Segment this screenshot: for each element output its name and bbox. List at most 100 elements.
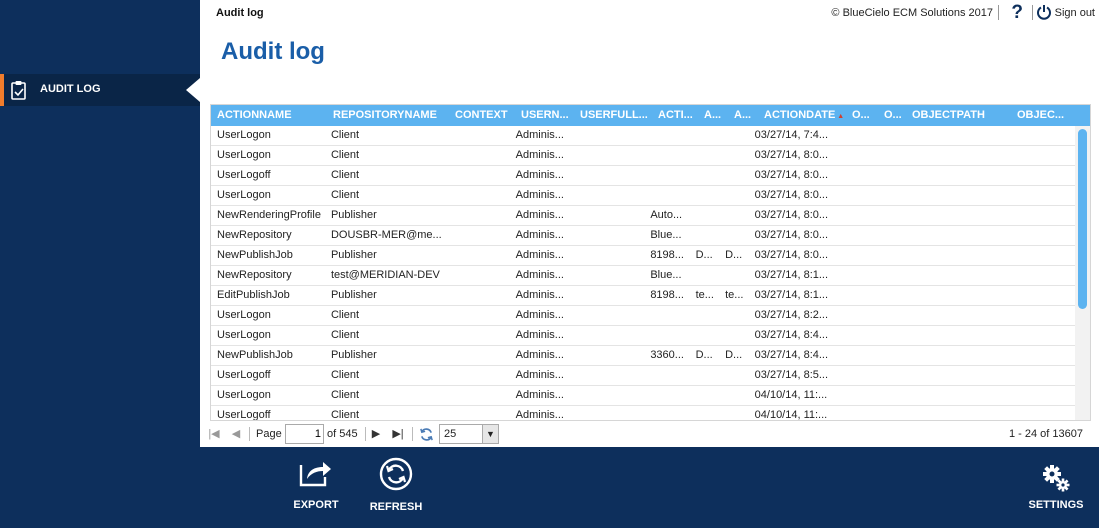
table-cell (867, 246, 895, 265)
column-header[interactable]: CONTEXT (449, 105, 515, 126)
power-icon[interactable] (1036, 4, 1052, 20)
table-cell: Adminis... (515, 349, 564, 361)
table-cell: 03/27/14, 8:0... (754, 209, 829, 221)
table-cell (719, 126, 749, 145)
scrollbar-thumb[interactable] (1078, 129, 1087, 309)
table-cell: 03/27/14, 8:0... (754, 229, 829, 241)
table-cell (690, 206, 720, 225)
table-cell (719, 366, 749, 385)
page-size-select[interactable]: 25 ▼ (439, 424, 499, 444)
table-cell (445, 306, 510, 325)
table-cell (894, 166, 997, 185)
column-header[interactable]: USERN... (515, 105, 574, 126)
table-cell (867, 386, 895, 405)
table-row[interactable]: UserLogoff Client Adminis... 03/27/14, 8:0.… (211, 166, 1077, 186)
first-page-icon[interactable]: |◀ (207, 427, 221, 441)
sidebar-item-audit-log[interactable]: AUDIT LOG (0, 74, 200, 106)
table-row[interactable]: EditPublishJob Publisher Adminis... 8198...… (211, 286, 1077, 306)
table-cell (719, 146, 749, 165)
table-cell (644, 126, 689, 145)
help-icon[interactable]: ? (1011, 2, 1023, 24)
table-cell (445, 366, 510, 385)
gear-icon (1043, 465, 1070, 492)
column-header[interactable]: A... (698, 105, 728, 126)
table-cell (568, 226, 645, 245)
table-cell: test@MERIDIAN-DEV (330, 269, 440, 281)
table-row[interactable]: UserLogon Client Adminis... 03/27/14, 8:2..… (211, 306, 1077, 326)
audit-log-grid: ACTIONNAME REPOSITORYNAME CONTEXT USERN... U… (210, 104, 1091, 421)
export-button[interactable]: EXPORT (281, 457, 351, 511)
column-header[interactable]: A... (728, 105, 758, 126)
table-cell: 03/27/14, 8:0... (754, 249, 829, 261)
table-cell (445, 406, 510, 420)
table-cell (445, 286, 510, 305)
table-cell (719, 186, 749, 205)
table-cell (835, 346, 867, 365)
column-header[interactable]: REPOSITORYNAME (327, 105, 449, 126)
prev-page-icon[interactable]: ◀ (229, 427, 243, 441)
table-cell (719, 306, 749, 325)
table-row[interactable]: NewPublishJob Publisher Adminis... 3360... D… (211, 346, 1077, 366)
table-cell (867, 206, 895, 225)
table-row[interactable]: UserLogon Client Adminis... 03/27/14, 8:0..… (211, 146, 1077, 166)
table-cell: 8198... (650, 289, 684, 301)
column-header[interactable]: ACTIONDATE ▲ (758, 105, 846, 126)
table-cell: Client (330, 149, 360, 161)
table-row[interactable]: UserLogon Client Adminis... 03/27/14, 8:0..… (211, 186, 1077, 206)
chevron-down-icon[interactable]: ▼ (482, 425, 498, 443)
last-page-icon[interactable]: ▶| (391, 427, 405, 441)
table-cell (867, 306, 895, 325)
column-header[interactable]: O... (846, 105, 878, 126)
table-row[interactable]: NewRenderingProfile Publisher Adminis... Au… (211, 206, 1077, 226)
table-cell (445, 246, 510, 265)
column-header[interactable]: ACTIONNAME (211, 105, 327, 126)
table-cell: Client (330, 389, 360, 401)
table-cell (894, 286, 997, 305)
sign-out-link[interactable]: Sign out (1055, 7, 1095, 19)
table-cell (867, 126, 895, 145)
table-row[interactable]: NewPublishJob Publisher Adminis... 8198... D… (211, 246, 1077, 266)
table-cell: UserLogon (217, 389, 271, 401)
table-cell (894, 306, 997, 325)
table-row[interactable]: UserLogon Client Adminis... 03/27/14, 7:4..… (211, 126, 1077, 146)
table-row[interactable]: NewRepository DOUSBR-MER@me... Adminis... B… (211, 226, 1077, 246)
copyright-text: © BlueCielo ECM Solutions 2017 (831, 7, 993, 19)
table-cell (894, 386, 997, 405)
table-cell (719, 386, 749, 405)
table-cell: UserLogon (217, 149, 271, 161)
divider (1032, 5, 1033, 20)
table-cell (997, 206, 1077, 225)
table-cell (867, 186, 895, 205)
table-row[interactable]: UserLogoff Client Adminis... 03/27/14, 8:5.… (211, 366, 1077, 386)
table-cell: NewRepository (217, 269, 292, 281)
next-page-icon[interactable]: ▶ (369, 427, 383, 441)
vertical-scrollbar[interactable] (1075, 126, 1090, 420)
column-header[interactable]: USERFULL... (574, 105, 652, 126)
table-cell (997, 246, 1077, 265)
table-cell (997, 366, 1077, 385)
table-cell: 03/27/14, 8:4... (754, 349, 829, 361)
table-cell: Adminis... (515, 169, 564, 181)
refresh-page-icon[interactable] (419, 427, 434, 442)
table-cell (568, 146, 645, 165)
settings-button[interactable]: SETTINGS (1021, 463, 1091, 511)
table-row[interactable]: NewRepository test@MERIDIAN-DEV Adminis...… (211, 266, 1077, 286)
table-cell (867, 166, 895, 185)
column-header[interactable]: O... (878, 105, 906, 126)
table-cell: Adminis... (515, 289, 564, 301)
table-row[interactable]: UserLogon Client Adminis... 03/27/14, 8:4..… (211, 326, 1077, 346)
page-number-input[interactable] (285, 424, 324, 444)
table-cell: Client (330, 189, 360, 201)
column-header[interactable]: OBJECTPATH (906, 105, 1011, 126)
refresh-button[interactable]: REFRESH (361, 457, 431, 513)
table-row[interactable]: UserLogoff Client Adminis... 04/10/14, 11:.… (211, 406, 1077, 420)
column-header[interactable]: OBJEC... (1011, 105, 1090, 126)
table-cell: te... (725, 289, 744, 301)
table-cell: Adminis... (515, 309, 564, 321)
table-row[interactable]: UserLogon Client Adminis... 04/10/14, 11:..… (211, 386, 1077, 406)
table-cell (719, 266, 749, 285)
table-cell (568, 186, 645, 205)
table-cell (835, 406, 867, 420)
table-cell (867, 326, 895, 345)
column-header[interactable]: ACTI... (652, 105, 698, 126)
